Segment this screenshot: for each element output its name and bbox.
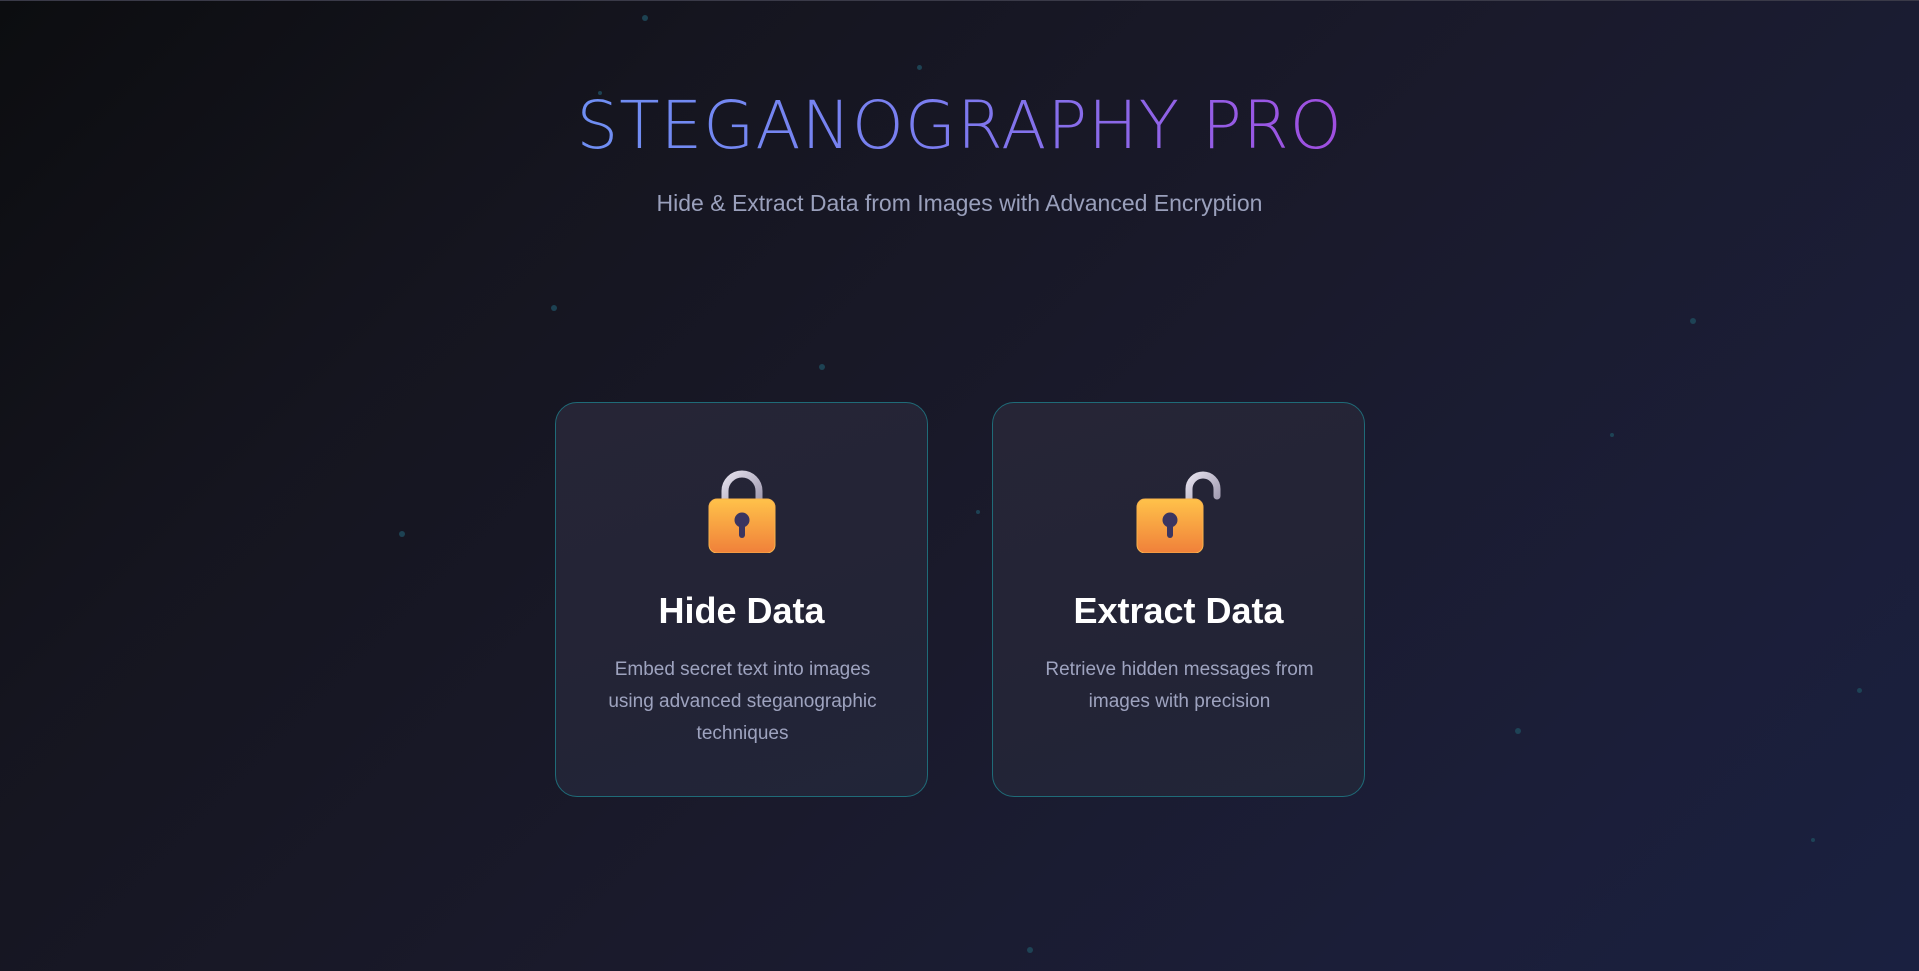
- page-header: STEGANOGRAPHY PRO Hide & Extract Data fr…: [0, 88, 1919, 218]
- card-description: Embed secret text into images using adva…: [608, 659, 877, 744]
- background-particle: [1811, 838, 1815, 842]
- background-particle: [819, 364, 825, 370]
- background-particle: [642, 15, 648, 21]
- page-title: STEGANOGRAPHY PRO: [576, 87, 1343, 164]
- extract-data-card[interactable]: Extract Data Retrieve hidden messages fr…: [992, 402, 1365, 797]
- unlocked-padlock-icon: [1136, 471, 1220, 553]
- card-title: Extract Data: [1073, 590, 1284, 631]
- background-particle: [399, 531, 405, 537]
- page-subtitle: Hide & Extract Data from Images with Adv…: [656, 190, 1263, 216]
- lock-icon-container: [993, 469, 1364, 555]
- background-particle: [1515, 728, 1521, 734]
- background-particle: [917, 65, 922, 70]
- background-particle: [1027, 947, 1033, 953]
- hide-data-card[interactable]: Hide Data Embed secret text into images …: [555, 402, 928, 797]
- top-border: [0, 0, 1919, 1]
- card-description: Retrieve hidden messages from images wit…: [1045, 659, 1314, 712]
- background-particle: [976, 510, 980, 514]
- background-particle: [1857, 688, 1862, 693]
- lock-icon-container: [556, 469, 927, 555]
- background-particle: [1690, 318, 1696, 324]
- background-particle: [1610, 433, 1614, 437]
- card-title: Hide Data: [658, 590, 825, 631]
- locked-padlock-icon: [708, 470, 775, 553]
- background-particle: [551, 305, 557, 311]
